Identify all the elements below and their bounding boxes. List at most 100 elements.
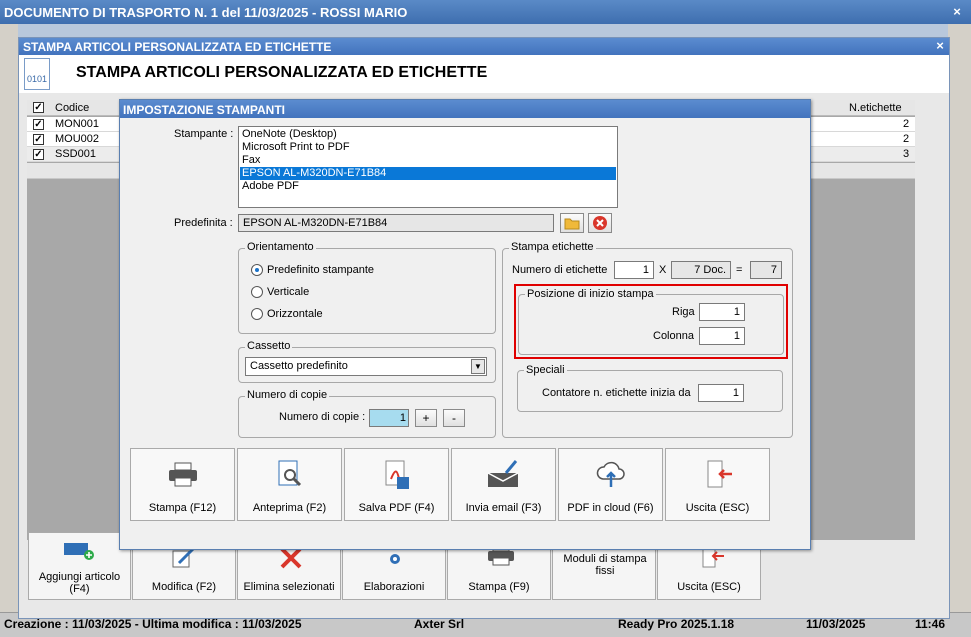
equals-sign: = [736, 264, 743, 276]
row-labels: 2 [903, 118, 910, 130]
orientation-vertical-label[interactable]: Verticale [267, 286, 309, 298]
send-email-button[interactable]: Invia email (F3) [451, 448, 556, 521]
print-f9-label: Stampa (F9) [468, 581, 530, 593]
dialog-heading: STAMPA ARTICOLI PERSONALIZZATA ED ETICHE… [76, 64, 488, 81]
labels-count-input[interactable]: 1 [614, 261, 654, 279]
status-date: 11/03/2025 [806, 617, 866, 631]
save-pdf-label: Salva PDF (F4) [358, 502, 435, 514]
pdf-icon [385, 460, 409, 489]
row-code: MON001 [55, 118, 100, 130]
copies-label: Numero di copie : [279, 411, 366, 423]
row-checkbox[interactable]: ✓ [33, 134, 44, 145]
chevron-down-icon[interactable]: ▼ [471, 359, 485, 374]
copies-minus-button[interactable]: - [443, 409, 465, 427]
binary-doc-icon: 0101 [24, 58, 50, 90]
email-icon [487, 460, 519, 487]
times-sign: X [659, 264, 667, 276]
dialog-title: STAMPA ARTICOLI PERSONALIZZATA ED ETICHE… [19, 38, 949, 55]
orientation-horizontal-label[interactable]: Orizzontale [267, 308, 323, 320]
status-version: Ready Pro 2025.1.18 [618, 617, 735, 631]
labels-group: Stampa etichette Numero di etichette 1 X… [502, 241, 793, 438]
printer-listbox[interactable]: OneNote (Desktop) Microsoft Print to PDF… [238, 126, 618, 208]
add-article-button[interactable]: Aggiungi articolo (F4) [28, 532, 131, 600]
row-code: SSD001 [55, 148, 96, 160]
start-position-group: Posizione di inizio stampa Riga 1 Colonn… [518, 288, 784, 355]
printer-option[interactable]: Fax [240, 154, 616, 167]
start-row-input[interactable]: 1 [699, 303, 745, 321]
processing-label: Elaborazioni [363, 581, 425, 593]
special-group: Speciali Contatore n. etichette inizia d… [517, 364, 783, 412]
start-position-highlight: Posizione di inizio stampa Riga 1 Colonn… [514, 284, 788, 359]
tray-title: Cassetto [245, 340, 293, 352]
printer-icon [169, 462, 197, 487]
orientation-radio-horizontal[interactable] [251, 308, 263, 320]
copies-input[interactable]: 1 [369, 409, 409, 427]
start-column-input[interactable]: 1 [699, 327, 745, 345]
printer-option[interactable]: OneNote (Desktop) [240, 128, 616, 141]
default-printer-label: Predefinita : [174, 217, 233, 229]
row-labels: 2 [903, 133, 910, 145]
printer-option[interactable]: Adobe PDF [240, 180, 616, 193]
add-article-label: Aggiungi articolo (F4) [38, 571, 121, 595]
edit-label: Modifica (F2) [151, 581, 217, 593]
docs-count-field: 7 Doc. [671, 261, 731, 279]
main-close-icon[interactable]: × [950, 5, 964, 19]
cancel-icon [593, 216, 607, 230]
printer-option-selected[interactable]: EPSON AL-M320DN-E71B84 [240, 167, 616, 180]
print-f12-button[interactable]: Stampa (F12) [130, 448, 235, 521]
preview-label: Anteprima (F2) [252, 502, 327, 514]
save-pdf-button[interactable]: Salva PDF (F4) [344, 448, 449, 521]
print-f12-label: Stampa (F12) [148, 502, 217, 514]
labels-title: Stampa etichette [509, 241, 596, 253]
counter-input[interactable]: 1 [698, 384, 744, 402]
start-position-title: Posizione di inizio stampa [525, 288, 656, 300]
default-printer-field: EPSON AL-M320DN-E71B84 [238, 214, 554, 232]
printer-option[interactable]: Microsoft Print to PDF [240, 141, 616, 154]
status-time: 11:46 [915, 617, 946, 631]
dialog-close-icon[interactable]: × [933, 39, 947, 53]
labels-count-label: Numero di etichette [512, 264, 608, 276]
tab-strip [18, 24, 948, 38]
exit-modal-label: Uscita (ESC) [685, 502, 750, 514]
pdf-cloud-button[interactable]: PDF in cloud (F6) [558, 448, 663, 521]
exit-toolbar-label: Uscita (ESC) [677, 581, 741, 593]
row-label: Riga [672, 306, 695, 318]
gears-icon [390, 554, 400, 564]
folder-icon [564, 218, 580, 230]
copies-group: Numero di copie Numero di copie : 1 + - [238, 389, 496, 438]
status-created: Creazione : 11/03/2025 - Ultima modifica… [4, 617, 302, 631]
counter-label: Contatore n. etichette inizia da [542, 387, 691, 399]
browse-folder-button[interactable] [560, 213, 584, 233]
add-article-icon [64, 543, 94, 560]
column-label: Colonna [653, 330, 694, 342]
delete-selected-label: Elimina selezionati [243, 581, 335, 593]
tray-select[interactable]: Cassetto predefinito ▼ [245, 357, 487, 376]
main-window-title: DOCUMENTO DI TRASPORTO N. 1 del 11/03/20… [0, 0, 971, 24]
select-all-checkbox[interactable]: ✓ [33, 102, 44, 113]
preview-button[interactable]: Anteprima (F2) [237, 448, 342, 521]
clear-default-button[interactable] [588, 213, 612, 233]
row-checkbox[interactable]: ✓ [33, 149, 44, 160]
orientation-group: Orientamento Predefinito stampante Verti… [238, 241, 496, 334]
special-title: Speciali [524, 364, 567, 376]
copies-title: Numero di copie [245, 389, 330, 401]
orientation-default-label[interactable]: Predefinito stampante [267, 264, 374, 276]
row-code: MOU002 [55, 133, 100, 145]
col-netichette[interactable]: N.etichette [849, 102, 902, 114]
orientation-title: Orientamento [245, 241, 316, 253]
col-codice[interactable]: Codice [55, 102, 89, 114]
fixed-print-modules-label: Moduli di stampa fissi [563, 553, 647, 577]
exit-icon [707, 460, 732, 488]
send-email-label: Invia email (F3) [465, 502, 542, 514]
row-checkbox[interactable]: ✓ [33, 119, 44, 130]
dialog-header: 0101 STAMPA ARTICOLI PERSONALIZZATA ED E… [19, 55, 949, 93]
orientation-radio-vertical[interactable] [251, 286, 263, 298]
exit-modal-button[interactable]: Uscita (ESC) [665, 448, 770, 521]
status-company: Axter Srl [414, 617, 465, 631]
row-labels: 3 [903, 148, 910, 160]
copies-plus-button[interactable]: + [415, 409, 437, 427]
orientation-radio-default[interactable] [251, 264, 263, 276]
tray-value: Cassetto predefinito [250, 360, 348, 372]
preview-icon [278, 460, 302, 487]
pdf-cloud-label: PDF in cloud (F6) [567, 502, 654, 514]
